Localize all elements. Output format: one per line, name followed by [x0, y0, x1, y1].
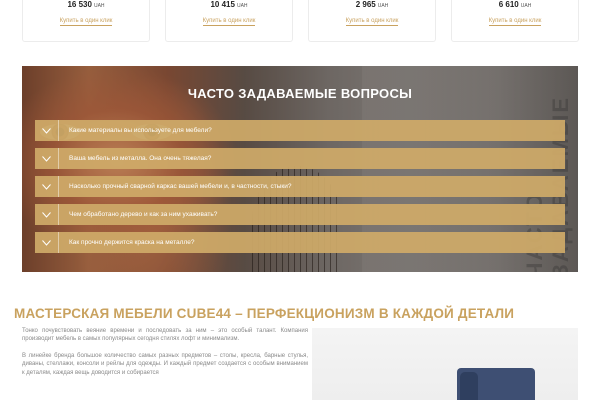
faq-item[interactable]: Как прочно держится краска на металле?	[35, 232, 565, 253]
about-title: МАСТЕРСКАЯ МЕБЕЛИ CUBE44 – ПЕРФЕКЦИОНИЗМ…	[14, 306, 515, 321]
about-paragraph: В линейке бренда большое количество самы…	[22, 352, 308, 376]
product-card: 16 530 UAH Купить в один клик	[22, 0, 150, 42]
buy-one-click-link[interactable]: Купить в один клик	[59, 18, 113, 26]
faq-section: ЧАСТО ЗАДАВАЕМЫЕ ЧАСТО ЗАДАВАЕМЫЕ ВОПРОС…	[22, 66, 578, 272]
product-card: 10 415 UAH Купить в один клик	[165, 0, 293, 42]
chevron-down-icon	[35, 204, 59, 225]
faq-question: Чем обработано дерево и как за ним ухажи…	[69, 211, 218, 218]
faq-question: Ваша мебель из металла. Она очень тяжела…	[69, 155, 212, 162]
product-card: 2 965 UAH Купить в один клик	[308, 0, 436, 42]
furniture-photo	[312, 328, 578, 400]
chevron-down-icon	[35, 232, 59, 253]
faq-item[interactable]: Ваша мебель из металла. Она очень тяжела…	[35, 148, 565, 169]
products-row: 16 530 UAH Купить в один клик 10 415 UAH К…	[0, 0, 600, 44]
chevron-down-icon	[35, 148, 59, 169]
faq-question: Какие материалы вы используете для мебел…	[69, 127, 212, 134]
product-price: 10 415 UAH	[210, 0, 248, 9]
product-card: 6 610 UAH Купить в один клик	[451, 0, 579, 42]
product-price: 6 610 UAH	[498, 0, 532, 9]
faq-item[interactable]: Чем обработано дерево и как за ним ухажи…	[35, 204, 565, 225]
about-paragraph: Тонко почувствовать веяние времени и пос…	[22, 328, 308, 343]
product-price: 16 530 UAH	[67, 0, 105, 9]
about-text: Тонко почувствовать веяние времени и пос…	[22, 327, 308, 385]
faq-title: ЧАСТО ЗАДАВАЕМЫЕ ВОПРОСЫ	[187, 86, 413, 101]
faq-item[interactable]: Какие материалы вы используете для мебел…	[35, 120, 565, 141]
product-price: 2 965 UAH	[355, 0, 389, 9]
chevron-down-icon	[35, 176, 59, 197]
buy-one-click-link[interactable]: Купить в один клик	[488, 18, 542, 26]
sofa-arm-image	[460, 372, 478, 400]
chevron-down-icon	[35, 120, 59, 141]
faq-question: Как прочно держится краска на металле?	[69, 239, 195, 246]
buy-one-click-link[interactable]: Купить в один клик	[202, 18, 256, 26]
faq-question: Насколько прочный сварной каркас вашей м…	[69, 183, 292, 190]
faq-item[interactable]: Насколько прочный сварной каркас вашей м…	[35, 176, 565, 197]
buy-one-click-link[interactable]: Купить в один клик	[345, 18, 399, 26]
